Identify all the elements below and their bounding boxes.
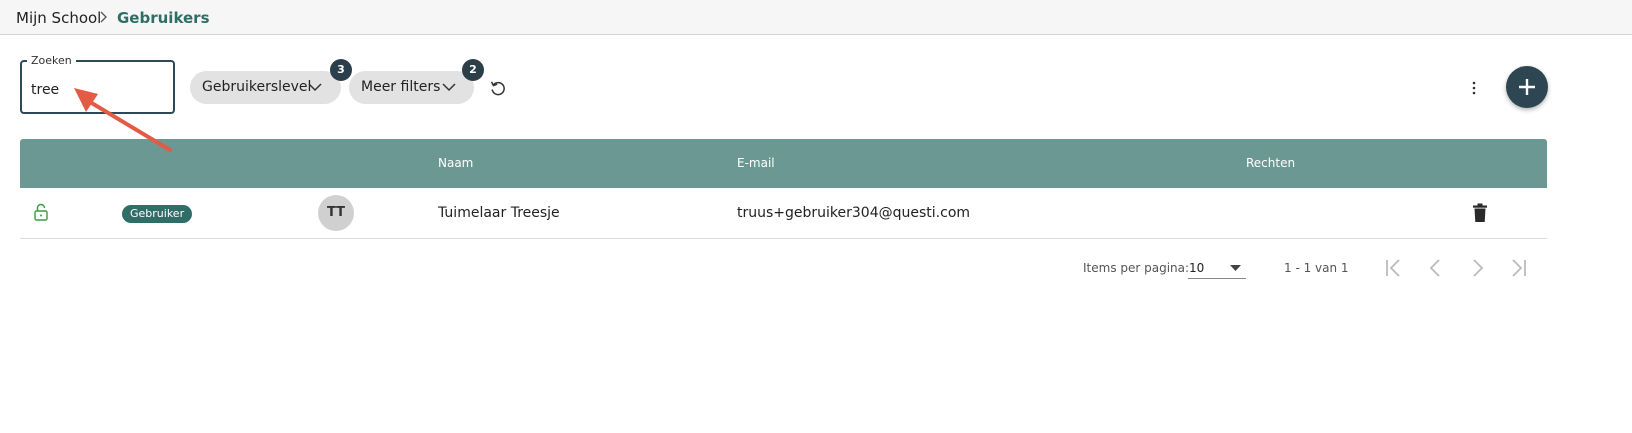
lock-open-icon [34, 203, 48, 221]
trash-icon[interactable] [1472, 203, 1488, 223]
reset-filters-icon[interactable] [489, 79, 507, 97]
users-table: Naam E-mail Rechten Gebruiker TT Tuimela… [20, 139, 1547, 239]
more-filters-count-badge: 2 [462, 59, 484, 81]
page-range-label: 1 - 1 van 1 [1284, 261, 1349, 275]
user-name-cell: Tuimelaar Treesje [438, 205, 560, 221]
items-per-page-select[interactable]: 10 [1188, 259, 1246, 279]
add-user-button[interactable] [1506, 66, 1548, 108]
first-page-icon[interactable] [1382, 257, 1406, 279]
chevron-down-icon [442, 83, 456, 92]
column-header-rights[interactable]: Rechten [1246, 156, 1295, 170]
more-filters-chip[interactable]: Meer filters [349, 71, 474, 104]
user-level-filter-count-badge: 3 [330, 59, 352, 81]
breadcrumb-home-link[interactable]: Mijn School [16, 9, 101, 27]
more-filters-label: Meer filters [361, 79, 441, 95]
user-level-filter-chip[interactable]: Gebruikerslevel [190, 71, 341, 104]
column-header-email[interactable]: E-mail [737, 156, 775, 170]
breadcrumb-current: Gebruikers [117, 9, 210, 27]
caret-down-icon [1230, 265, 1241, 271]
items-per-page-label: Items per pagina: [1083, 261, 1190, 275]
last-page-icon[interactable] [1506, 257, 1530, 279]
chevron-down-icon [308, 83, 322, 92]
annotation-arrow [74, 88, 172, 152]
table-header: Naam E-mail Rechten [20, 139, 1547, 188]
previous-page-icon[interactable] [1424, 257, 1448, 279]
table-row[interactable]: Gebruiker TT Tuimelaar Treesje truus+geb… [20, 188, 1547, 239]
plus-icon [1519, 79, 1535, 95]
role-badge: Gebruiker [122, 205, 193, 223]
chevron-right-icon [100, 11, 107, 23]
column-header-name[interactable]: Naam [438, 156, 473, 170]
user-email-cell: truus+gebruiker304@questi.com [737, 205, 971, 221]
next-page-icon[interactable] [1465, 257, 1489, 279]
items-per-page-value: 10 [1189, 261, 1205, 275]
user-level-filter-label: Gebruikerslevel [202, 79, 312, 95]
breadcrumb-bar: Mijn School Gebruikers [0, 0, 1632, 35]
search-label: Zoeken [27, 55, 76, 67]
more-options-icon[interactable] [1467, 80, 1481, 96]
avatar: TT [318, 195, 354, 231]
